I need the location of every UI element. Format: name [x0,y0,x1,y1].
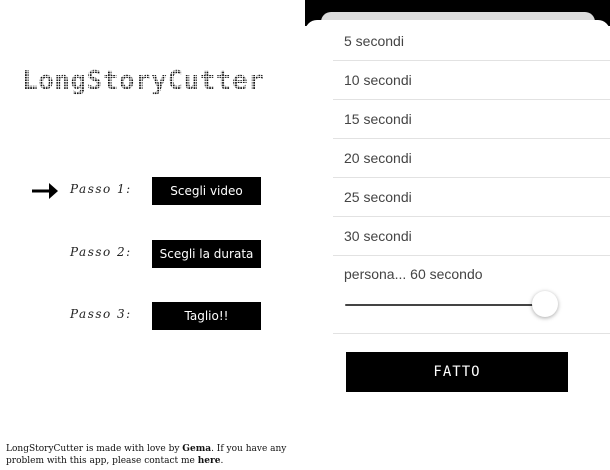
done-button[interactable]: FATTO [346,352,568,392]
step-row-1: Passo 1: Scegli video [0,177,305,207]
duration-slider-track[interactable] [345,304,555,306]
cut-button[interactable]: Taglio!! [152,302,261,330]
option-25-seconds[interactable]: 25 secondi [333,178,610,217]
footer-author: Gema [182,444,212,454]
separator [333,333,610,334]
step-label-2: Passo 2: [70,245,132,259]
step-label-1: Passo 1: [70,182,132,196]
option-15-seconds[interactable]: 15 secondi [333,100,610,139]
choose-duration-button[interactable]: Scegli la durata [152,240,261,268]
arrow-right-icon [32,183,58,199]
footer-text: LongStoryCutter is made with love by Gem… [6,443,296,467]
custom-duration-label: persona... 60 secondo [344,266,483,282]
duration-slider-thumb[interactable] [531,291,558,317]
option-5-seconds[interactable]: 5 secondi [333,22,610,61]
app-title: LongStoryCutter [22,66,292,96]
footer-text-3: . [220,456,224,466]
footer-contact-link[interactable]: here [198,456,221,466]
duration-picker-screen: 5 secondi 10 secondi 15 secondi 20 secon… [305,0,610,470]
main-screen: LongStoryCutter Passo 1: Scegli video Pa… [0,0,305,470]
option-30-seconds[interactable]: 30 secondi [333,217,610,256]
step-row-3: Passo 3: Taglio!! [0,302,305,332]
option-10-seconds[interactable]: 10 secondi [333,61,610,100]
option-20-seconds[interactable]: 20 secondi [333,139,610,178]
footer-text-1: LongStoryCutter is made with love by [6,444,183,454]
step-label-3: Passo 3: [70,307,132,321]
choose-video-button[interactable]: Scegli video [152,177,261,205]
step-row-2: Passo 2: Scegli la durata [0,240,305,270]
